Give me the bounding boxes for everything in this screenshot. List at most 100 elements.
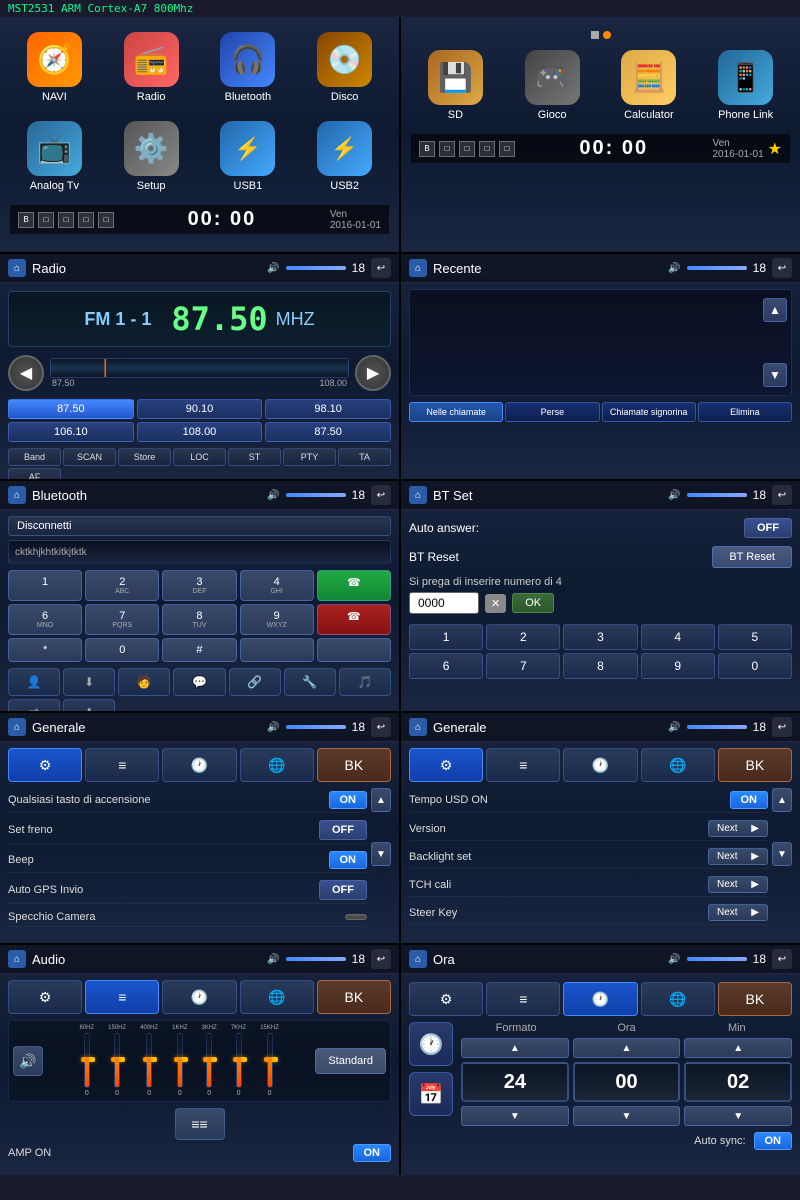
btset-auto-toggle[interactable]: OFF [744, 518, 792, 538]
audio-back-btn[interactable]: ↩ [371, 949, 391, 969]
ora-home-icon[interactable]: ⌂ [409, 950, 427, 968]
btset-num-4[interactable]: 4 [641, 624, 715, 650]
recente-back-btn[interactable]: ↩ [772, 258, 792, 278]
btset-pin-input[interactable] [409, 592, 479, 614]
eq-track-1khz[interactable] [177, 1033, 183, 1088]
radio-store[interactable]: Store [118, 448, 171, 466]
gen1-home-icon[interactable]: ⌂ [8, 718, 26, 736]
radio-loc[interactable]: LOC [173, 448, 226, 466]
preset-1[interactable]: 87.50 [8, 399, 134, 419]
recente-scroll-down[interactable]: ▼ [763, 363, 787, 387]
radio-scan[interactable]: SCAN [63, 448, 116, 466]
gen1-toggle-2[interactable]: OFF [319, 820, 367, 840]
ora-back-btn[interactable]: ↩ [772, 949, 792, 969]
gen2-tab-settings[interactable]: ⚙ [409, 748, 483, 782]
audio-standard-btn[interactable]: Standard [315, 1048, 386, 1074]
menu-item-radio[interactable]: 📻 Radio [107, 27, 196, 108]
gen1-scroll-up[interactable]: ▲ [371, 788, 391, 812]
tab-chiamate-sig[interactable]: Chiamate signorina [602, 402, 696, 422]
bt-call-btn[interactable]: ☎ [317, 570, 391, 601]
bt-action-music[interactable]: 🎵 [339, 668, 391, 696]
ora-calendar-btn[interactable]: 📅 [409, 1072, 453, 1116]
ora-formato-up[interactable]: ▲ [461, 1038, 569, 1058]
tab-perse[interactable]: Perse [505, 402, 599, 422]
gen1-toggle-3[interactable]: ON [329, 851, 368, 869]
bt-key-6[interactable]: 6MNO [8, 604, 82, 635]
ora-tab-settings[interactable]: ⚙ [409, 982, 483, 1016]
audio-tab-settings[interactable]: ⚙ [8, 980, 82, 1014]
bt-disconnect-btn[interactable]: Disconnetti [8, 516, 391, 536]
gen1-toggle-5[interactable] [345, 914, 367, 920]
bt-key-3[interactable]: 3DEF [162, 570, 236, 601]
radio-ta[interactable]: TA [338, 448, 391, 466]
gen2-tab-eq[interactable]: ≡ [486, 748, 560, 782]
bt-key-7[interactable]: 7PQRS [85, 604, 159, 635]
menu-item-usb2[interactable]: ⚡ USB2 [300, 116, 389, 197]
eq-track-150hz[interactable] [114, 1033, 120, 1088]
gen2-scroll-up[interactable]: ▲ [772, 788, 792, 812]
audio-tab-eq[interactable]: ≡ [85, 980, 159, 1014]
bt-key-8[interactable]: 8TUV [162, 604, 236, 635]
recente-home-icon[interactable]: ⌂ [409, 259, 427, 277]
bt-key-4[interactable]: 4GHI [240, 570, 314, 601]
preset-5[interactable]: 108.00 [137, 422, 263, 442]
gen1-toggle-1[interactable]: ON [329, 791, 368, 809]
preset-3[interactable]: 98.10 [265, 399, 391, 419]
btset-back-btn[interactable]: ↩ [772, 485, 792, 505]
preset-6[interactable]: 87.50 [265, 422, 391, 442]
ora-tab-bk[interactable]: BK [718, 982, 792, 1016]
menu-item-bluetooth[interactable]: 🎧 Bluetooth [204, 27, 293, 108]
radio-home-icon[interactable]: ⌂ [8, 259, 26, 277]
bt-key-2[interactable]: 2ABC [85, 570, 159, 601]
btset-num-1[interactable]: 1 [409, 624, 483, 650]
ora-sync-toggle[interactable]: ON [754, 1132, 793, 1150]
gen1-back-btn[interactable]: ↩ [371, 717, 391, 737]
gen2-home-icon[interactable]: ⌂ [409, 718, 427, 736]
ora-ora-up[interactable]: ▲ [573, 1038, 681, 1058]
audio-tab-clock[interactable]: 🕐 [162, 980, 236, 1014]
gen1-tab-clock[interactable]: 🕐 [162, 748, 236, 782]
gen1-tab-bk[interactable]: BK [317, 748, 391, 782]
eq-track-15khz[interactable] [267, 1033, 273, 1088]
menu-item-disco[interactable]: 💿 Disco [300, 27, 389, 108]
bt-key-9[interactable]: 9WXYZ [240, 604, 314, 635]
tab-nelle-chiamate[interactable]: Nelle chiamate [409, 402, 503, 422]
bt-key-1[interactable]: 1 [8, 570, 82, 601]
audio-tab-globe[interactable]: 🌐 [240, 980, 314, 1014]
gen2-vol-slider[interactable] [687, 725, 747, 729]
favorite-icon[interactable]: ★ [768, 139, 782, 159]
btset-num-3[interactable]: 3 [563, 624, 637, 650]
ora-min-down[interactable]: ▼ [684, 1106, 792, 1126]
gen1-tab-settings[interactable]: ⚙ [8, 748, 82, 782]
menu-item-usb1[interactable]: ⚡ USB1 [204, 116, 293, 197]
btset-num-5[interactable]: 5 [718, 624, 792, 650]
audio-home-icon[interactable]: ⌂ [8, 950, 26, 968]
btset-home-icon[interactable]: ⌂ [409, 486, 427, 504]
ora-tab-eq[interactable]: ≡ [486, 982, 560, 1016]
ora-formato-down[interactable]: ▼ [461, 1106, 569, 1126]
btset-clear-btn[interactable]: ✕ [485, 594, 506, 613]
menu-item-phonelink[interactable]: 📱 Phone Link [701, 45, 790, 126]
gen1-toggle-4[interactable]: OFF [319, 880, 367, 900]
menu-item-gioco[interactable]: 🎮 Gioco [508, 45, 597, 126]
btset-num-0[interactable]: 0 [718, 653, 792, 679]
gen1-vol-slider[interactable] [286, 725, 346, 729]
radio-band[interactable]: Band [8, 448, 61, 466]
ora-clock-btn[interactable]: 🕐 [409, 1022, 453, 1066]
eq-track-60hz[interactable] [84, 1033, 90, 1088]
eq-track-7khz[interactable] [236, 1033, 242, 1088]
bt-action-transfer[interactable]: ⇄ [8, 699, 60, 711]
bt-home-icon[interactable]: ⌂ [8, 486, 26, 504]
gen2-tab-bk[interactable]: BK [718, 748, 792, 782]
gen2-next-3[interactable]: Next ▶ [708, 876, 768, 893]
bt-action-person[interactable]: 🧑 [118, 668, 170, 696]
eq-track-400hz[interactable] [146, 1033, 152, 1088]
btset-reset-btn[interactable]: BT Reset [712, 546, 792, 568]
bt-vol-slider[interactable] [286, 493, 346, 497]
bt-key-0[interactable]: 0 [85, 638, 159, 662]
radio-st[interactable]: ST [228, 448, 281, 466]
amp-on-toggle[interactable]: ON [353, 1144, 392, 1162]
menu-item-navi[interactable]: 🧭 NAVI [10, 27, 99, 108]
preset-2[interactable]: 90.10 [137, 399, 263, 419]
menu-item-calculator[interactable]: 🧮 Calculator [605, 45, 694, 126]
